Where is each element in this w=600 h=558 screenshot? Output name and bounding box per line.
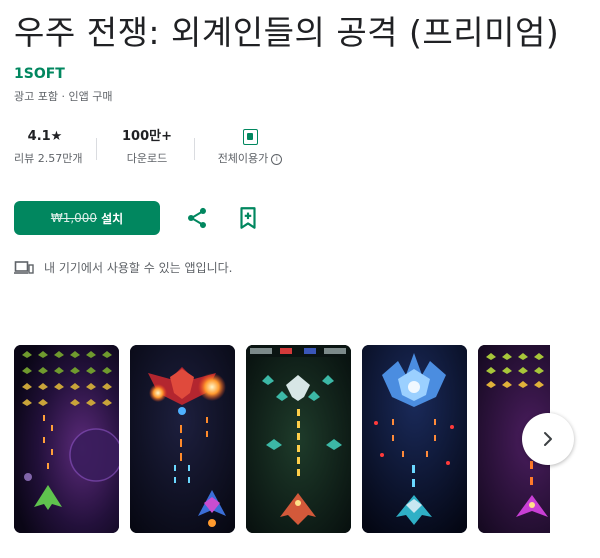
device-note: 내 기기에서 사용할 수 있는 앱입니다. — [44, 261, 233, 275]
screenshot-image — [14, 345, 119, 533]
original-price: ₩1,000 — [50, 211, 98, 225]
device-availability: 내 기기에서 사용할 수 있는 앱입니다. — [14, 259, 233, 276]
screenshot-image — [246, 345, 351, 533]
screenshot-carousel — [14, 345, 550, 533]
rating-value: 4.1★ — [27, 129, 63, 144]
developer-link[interactable]: 1SOFT — [14, 66, 65, 82]
content-rating-icon — [242, 128, 258, 145]
share-button[interactable] — [184, 205, 210, 231]
screenshot-image — [362, 345, 467, 533]
stat-content-rating[interactable]: 전체이용가 i — [210, 128, 290, 166]
stat-downloads: 100만+ 다운로드 — [118, 128, 176, 166]
devices-icon — [14, 260, 34, 274]
carousel-next-button[interactable] — [522, 413, 574, 465]
stat-divider — [96, 138, 97, 160]
share-icon — [188, 207, 206, 229]
screenshot-image — [130, 345, 235, 533]
content-rating-label: 전체이용가 — [217, 152, 269, 165]
screenshot[interactable] — [362, 345, 467, 533]
review-count: 리뷰 2.57만개 — [14, 152, 83, 165]
bookmark-add-icon — [240, 207, 256, 229]
app-meta: 광고 포함 · 인앱 구매 — [14, 90, 113, 103]
screenshot[interactable] — [14, 345, 119, 533]
wishlist-button[interactable] — [235, 205, 261, 231]
stat-rating: 4.1★ 리뷰 2.57만개 — [14, 128, 83, 166]
app-title: 우주 전쟁: 외계인들의 공격 (프리미엄) — [14, 13, 560, 52]
chevron-right-icon — [544, 432, 552, 446]
info-icon[interactable]: i — [271, 154, 283, 165]
screenshot[interactable] — [130, 345, 235, 533]
download-label: 다운로드 — [126, 152, 168, 165]
install-label: 설치 — [101, 211, 124, 226]
stat-divider — [194, 138, 195, 160]
download-value: 100만+ — [122, 129, 172, 144]
install-button[interactable]: ₩1,000 설치 — [14, 201, 160, 235]
screenshot[interactable] — [246, 345, 351, 533]
